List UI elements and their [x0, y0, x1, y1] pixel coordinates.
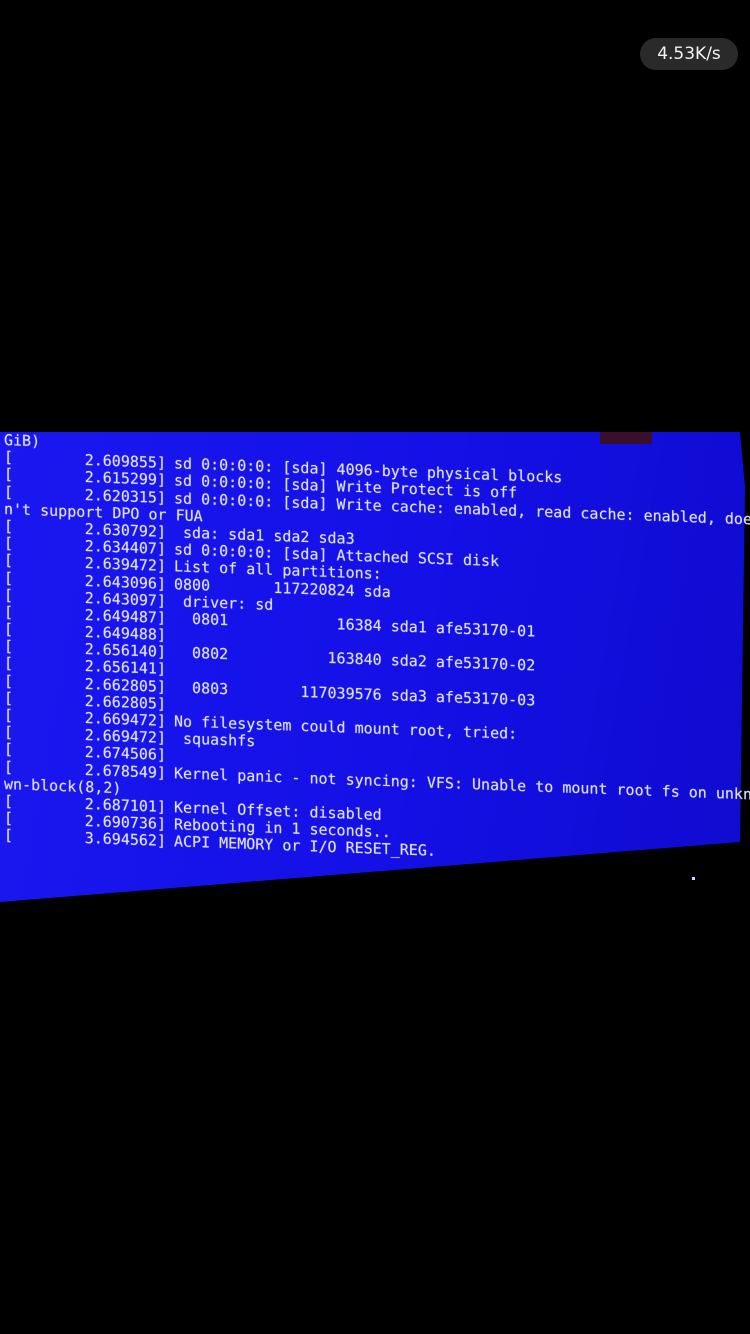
console-bracket: [ — [4, 465, 14, 484]
console-bracket: [ — [4, 723, 14, 742]
console-bracket: [ — [4, 585, 14, 605]
console-bracket: [ — [4, 826, 14, 845]
console-bracket: [ — [4, 551, 14, 570]
console-timestamp: 3.694562] — [84, 829, 166, 851]
console-message — [166, 626, 174, 644]
console-bracket: [ — [4, 534, 14, 553]
console-bracket: [ — [4, 568, 14, 587]
console-bracket: [ — [4, 448, 14, 467]
console-bracket: [ — [4, 654, 14, 673]
console-bracket: [ — [4, 671, 14, 690]
console-bracket: [ — [4, 516, 14, 536]
console-bracket: [ — [4, 482, 14, 501]
console-message — [166, 695, 174, 713]
download-speed-text: 4.53K/s — [657, 44, 721, 64]
console-bracket: [ — [4, 637, 14, 656]
kernel-log-console: GiB)[2.609855] sd 0:0:0:0: [sda] 4096-byt… — [4, 432, 750, 902]
console-message — [166, 746, 174, 764]
console-bracket: [ — [4, 602, 14, 622]
console-bracket: [ — [4, 809, 14, 828]
cursor-icon — [692, 877, 695, 880]
console-bracket: [ — [4, 620, 14, 639]
console-message: squashfs — [174, 729, 256, 751]
console-bracket: [ — [4, 791, 14, 811]
console-bracket: [ — [4, 706, 14, 725]
console-bracket: [ — [4, 740, 14, 759]
monitor-bezel-label — [600, 432, 652, 444]
console-bracket: [ — [4, 688, 14, 708]
download-speed-badge: 4.53K/s — [640, 38, 738, 70]
photo-of-monitor: GiB)[2.609855] sd 0:0:0:0: [sda] 4096-byt… — [0, 432, 750, 902]
console-message — [166, 660, 174, 678]
console-bracket: [ — [4, 757, 14, 776]
